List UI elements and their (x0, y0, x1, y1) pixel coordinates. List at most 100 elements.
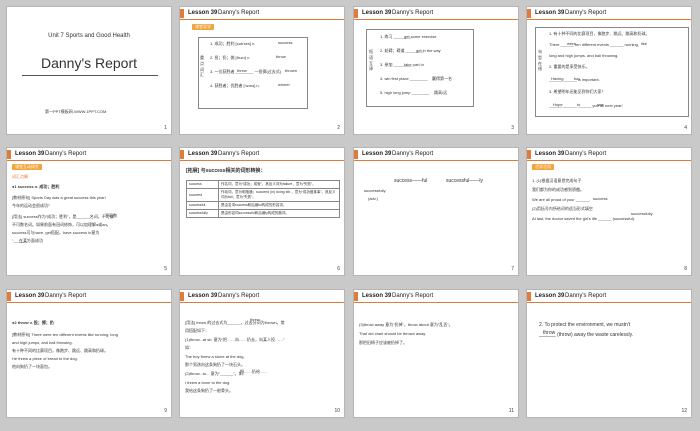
body-line-1: (3)throw away 意为“扔掉”，throw about 意为“乱丢”。 (359, 322, 453, 327)
lesson-label: Lesson 39 (362, 151, 392, 157)
answer-2: get in the way (416, 48, 441, 53)
lesson-label: Lesson 39 (535, 151, 565, 157)
body-line-1: [教材原句] Sports Day was a great success th… (12, 195, 106, 200)
body-line-6: 那个男孩向这条狗扔了一块石头。 (185, 362, 245, 367)
report-label: Danny's Report (45, 151, 87, 157)
table-cell: 是由形容词successful和后缀ly构成的副词。 (218, 209, 340, 219)
table-cell: succeed (186, 188, 219, 203)
report-label: Danny's Report (218, 151, 260, 157)
body-line-5: The boy threw a stone at the dog. (185, 354, 245, 359)
slide-header: Lesson 39 Danny's Report (180, 290, 344, 303)
body-line-9: 我给这条狗扔了一根骨头。 (185, 388, 233, 393)
phrase-line-5: 5. high long jump ________ (380, 90, 430, 95)
answer-having: Having (551, 76, 564, 81)
report-label: Danny's Report (45, 293, 87, 299)
side-label: 重点词汇 (200, 55, 204, 78)
word-heading: ●2 throw v. 投；掷；扔 (12, 320, 54, 325)
answer-winner: winner (278, 82, 290, 87)
table-row: succeed 作动词，意为明指通；succeed (in) doing sth.… (186, 188, 340, 203)
footer-text: 第一PPT模板网-WWW.1PPT.COM (45, 109, 107, 114)
slide-thumbnail-10[interactable]: Lesson 39 Danny's Report [用法] throw 的过去式为… (179, 289, 345, 418)
sentence-line-3: long and high jumps, and ball throwing. (549, 53, 619, 58)
extension-heading: [拓展] 与success相关的词形转换： (186, 168, 266, 174)
answer-threw: threw (237, 68, 247, 73)
body-line-5: 他向狗扔了一块面包。 (12, 364, 52, 369)
sentence-line-2: There ______ ten different events ______… (549, 42, 639, 47)
slide-thumbnail-2[interactable]: Lesson 39 Danny's Report 课堂导学 重点词汇 1. 成功；… (179, 6, 345, 135)
table-row: successful 是由名词success和后缀ful构成的形容词。 (186, 201, 340, 211)
table-cell: 作动词，意为明指通；succeed (in) doing sth.，意为“成功做… (218, 188, 340, 203)
slide-header: Lesson 39 Danny's Report (354, 290, 518, 303)
exercise-line-1: 2. To protect the environment, we mustn'… (539, 322, 631, 328)
slide-thumbnail-7[interactable]: Lesson 39 Danny's Report success——ful suc… (353, 147, 519, 276)
table-cell: successfully (186, 209, 219, 219)
slide-number: 11 (508, 407, 514, 414)
word-heading: ●1 success n. 成功；胜利 (12, 184, 60, 189)
slide-number: 5 (164, 265, 167, 272)
slide-thumbnail-4[interactable]: Lesson 39 Danny's Report 句型在线 1. 有十种不同的比赛… (526, 6, 692, 135)
lesson-label: Lesson 39 (188, 10, 218, 16)
slide-thumbnail-1[interactable]: Unit 7 Sports and Good Health Danny's Re… (6, 6, 172, 135)
lesson-label: Lesson 39 (15, 151, 45, 157)
sub-heading: 词汇点睛 (12, 174, 28, 179)
vocab-line-2: 2. 投；扔；抛 [θrəʊ] v. (210, 55, 250, 60)
slide-header: Lesson 39 Danny's Report (527, 290, 691, 303)
report-label: Danny's Report (218, 10, 260, 16)
body-line-3: (1)throw...at sb. 意为“把……向……扔去，向某人投……” (185, 337, 285, 342)
answer-see: see (597, 102, 604, 107)
table-cell: successful (186, 201, 219, 211)
answer-throw-to: 把……扔给…… (240, 369, 268, 374)
slide-sorter-grid: Unit 7 Sports and Good Health Danny's Re… (0, 0, 700, 431)
answer-thrown: thrown (285, 68, 298, 73)
answer-to: to (577, 102, 581, 107)
vocab-line-1: 1. 成功；胜利 [sək'ses] n. (210, 41, 256, 46)
sentence-line-4: 2. 重要的是享受快乐。 (549, 64, 590, 69)
report-label: Danny's Report (565, 10, 607, 16)
slide-thumbnail-5[interactable]: Lesson 39 Danny's Report 课堂互动探究 词汇点睛 ●1 s… (6, 147, 172, 276)
slide-number: 4 (684, 124, 687, 131)
slide-thumbnail-6[interactable]: Lesson 39 Danny's Report [拓展] 与success相关的… (179, 147, 345, 276)
exercise-line-4: (2)用括号内所给词的适当形式填空 (532, 206, 593, 211)
table-cell: 是由名词success和后缀ful构成的形容词。 (218, 201, 340, 211)
answer-success: success (278, 40, 293, 45)
answer-fun: fun (574, 76, 580, 81)
slide-number: 6 (337, 265, 340, 272)
answer-like: like (641, 41, 648, 46)
table-row: successfully 是由形容词successful和后缀ly构成的副词。 (186, 209, 340, 219)
report-label: Danny's Report (392, 151, 434, 157)
slide-header: Lesson 39 Danny's Report (7, 148, 171, 161)
slide-number: 9 (164, 407, 167, 414)
answer-success-in: 在某方面成功 (19, 238, 43, 243)
slide-header: Lesson 39 Danny's Report (180, 148, 344, 161)
body-line-8: I threw a bone to the dog. (185, 380, 231, 385)
table-row: success 作名词，意为“成功；成就”，其反义词为failure，意为“失败”… (186, 179, 340, 190)
vocab-line-4: 4. 获胜者；优胜者 ['wɪnə] n. (210, 83, 260, 88)
body-line-4: 如： (185, 345, 193, 350)
slide-number: 10 (334, 407, 340, 414)
slide-thumbnail-12[interactable]: Lesson 39 Danny's Report 2. To protect th… (526, 289, 692, 418)
answer-successfully: successfully (631, 211, 653, 216)
body-line-2: That old chair should be thrown away. (359, 331, 427, 336)
slide-thumbnail-11[interactable]: Lesson 39 Danny's Report (3)throw away 意为… (353, 289, 519, 418)
body-line-2: and high jumps, and ball throwing. (12, 340, 73, 345)
slide-thumbnail-3[interactable]: Lesson 39 Danny's Report 短语互译 1. 练习 _____… (353, 6, 519, 135)
slide-number: 1 (164, 124, 167, 131)
slide-number: 2 (337, 124, 340, 131)
answer-were: were (567, 41, 576, 46)
answer-1: get some exercise (404, 34, 437, 39)
exercise-line-2: 我们都为你的成功感到骄傲。 (532, 187, 584, 192)
table-cell: 作名词，意为“成功；成就”，其反义词为failure，意为“失败”。 (218, 179, 340, 190)
slide-thumbnail-8[interactable]: Lesson 39 Danny's Report 活学活用 1. (1)根据汉语意… (526, 147, 692, 276)
slide-thumbnail-9[interactable]: Lesson 39 Danny's Report ●2 throw v. 投；掷；… (6, 289, 172, 418)
answer-5: 跳高/远 (434, 90, 448, 95)
answer-throw: throw (543, 330, 556, 336)
report-label: Danny's Report (392, 293, 434, 299)
derivation-4: (adv.) (368, 196, 378, 201)
slide-title: Danny's Report (40, 55, 138, 71)
lesson-label: Lesson 39 (188, 293, 218, 299)
side-label: 短语互译 (369, 49, 373, 72)
section-tag: 课堂导学 (192, 24, 214, 30)
derivation-1: success——ful (394, 178, 428, 184)
lesson-label: Lesson 39 (535, 10, 565, 16)
lesson-label: Lesson 39 (362, 10, 392, 16)
